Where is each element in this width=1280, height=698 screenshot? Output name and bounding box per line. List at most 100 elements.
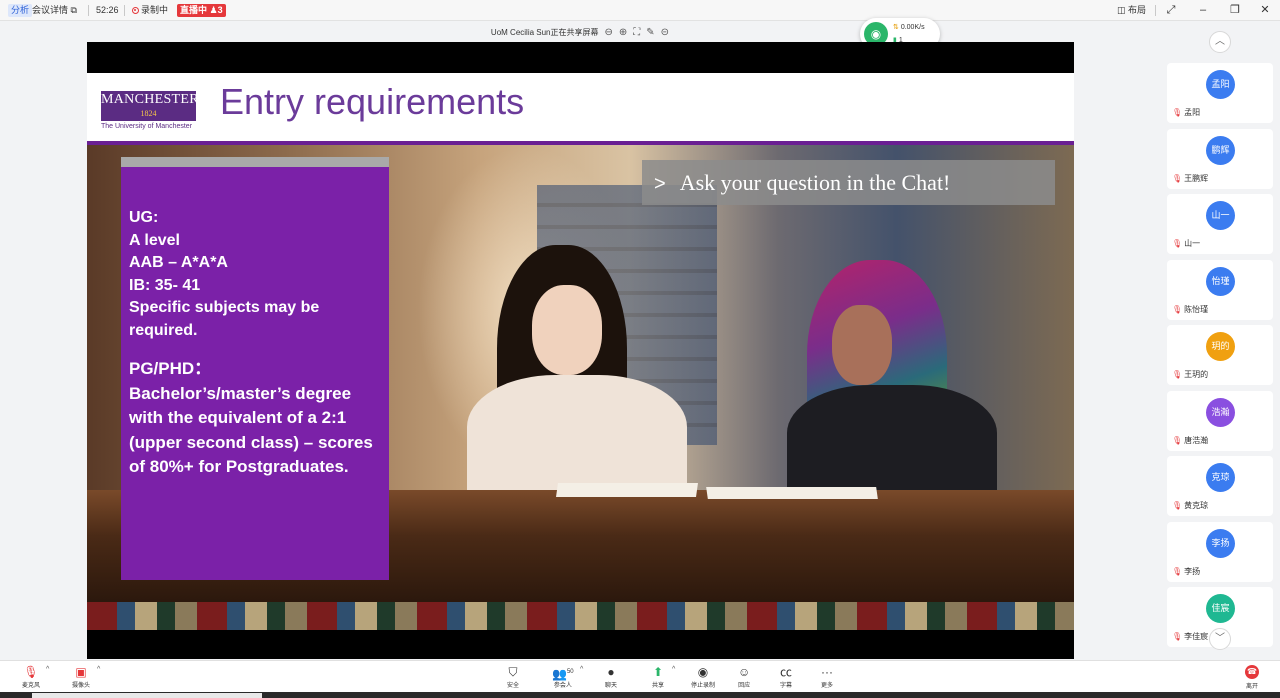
copy-icon: ⧉ (70, 5, 77, 15)
stop-recording-label: 停止录制 (691, 683, 716, 689)
fit-screen-icon[interactable]: ⛶ (633, 27, 640, 38)
participant-name: 陈怡瑾 (1184, 304, 1209, 314)
camera-label: 摄像头 (72, 683, 91, 689)
avatar: 克琼 (1206, 463, 1235, 492)
shared-slide: MANCHESTER 1824 The University of Manche… (87, 42, 1074, 659)
captions-icon: ㏄ (780, 665, 793, 679)
mic-label: 麦克风 (22, 683, 41, 689)
slide-title: Entry requirements (220, 81, 525, 122)
book-row (87, 602, 1074, 630)
leave-button[interactable]: ☎ 离开 (1245, 665, 1259, 690)
minimize-icon[interactable]: – (1193, 3, 1213, 18)
os-taskbar (0, 692, 1280, 698)
more-label: 更多 (821, 683, 834, 689)
zoom-in-icon[interactable]: ⊕ (619, 27, 627, 38)
fullscreen-icon[interactable]: ⤢ (1161, 3, 1181, 18)
participant-card[interactable]: 孟阳 🎙 孟阳 (1167, 63, 1273, 123)
participant-name: 山一 (1184, 239, 1201, 248)
mic-button[interactable]: 🎙 麦克风 (22, 664, 40, 689)
logo-name: MANCHESTER (101, 92, 199, 107)
pg-line: of 80%+ for Postgraduates. (129, 457, 349, 476)
participant-card[interactable]: 鹏辉 🎙 王鹏辉 (1167, 128, 1273, 189)
people-icon: 👥50 (552, 667, 574, 681)
participant-card[interactable]: 克琼 🎙 黄克琼 (1167, 456, 1273, 516)
mic-muted-icon: 🎙 (1172, 566, 1183, 576)
upload-speed: ⇅ 0.00K/s (893, 23, 925, 31)
participant-card[interactable]: 玥的 🎙 王玥的 (1167, 325, 1273, 385)
live-count: 3 (217, 5, 223, 15)
security-label: 安全 (507, 683, 520, 689)
title-bar: 分析 会议详情 ⧉ 52:26 录制中 直播中 ♟3 ◫ 布局 ⤢ – ❐ ✕ (0, 0, 1280, 21)
avatar: 孟阳 (1206, 70, 1235, 99)
meeting-details-link[interactable]: 会议详情 ⧉ (32, 4, 77, 17)
chevron-up-icon[interactable]: ^ (580, 666, 583, 673)
security-button[interactable]: ⛉ 安全 (507, 664, 519, 689)
participants-label: 参会人 (553, 683, 572, 689)
mic-muted-icon: 🎙 (1172, 239, 1183, 248)
participant-name-row: 🎙 唐浩瀚 (1172, 435, 1208, 446)
chevron-up-icon[interactable]: ^ (46, 666, 49, 673)
upload-speed-value: 0.00K/s (900, 24, 925, 31)
scroll-up-icon[interactable]: ︿ (1209, 31, 1231, 53)
close-icon[interactable]: ✕ (1255, 3, 1275, 18)
share-button[interactable]: ⬆ 共享 (652, 664, 664, 689)
group-tag: 分析 (8, 4, 33, 17)
captions-label: 字幕 (780, 683, 793, 689)
participant-name-row: 🎙 李佳宸 (1172, 631, 1208, 642)
annotate-icon[interactable]: ✎ (646, 27, 654, 38)
layout-label: 布局 (1128, 5, 1147, 15)
mic-muted-icon: 🎙 (1172, 304, 1183, 314)
logo-year: 1824 (140, 109, 157, 118)
chat-banner: > Ask your question in the Chat! (642, 160, 1055, 205)
participant-card[interactable]: 李扬 🎙 李扬 (1167, 521, 1273, 582)
participant-card[interactable]: 浩瀚 🎙 唐浩瀚 (1167, 390, 1273, 451)
participant-name: 李扬 (1184, 566, 1201, 576)
separator (1155, 5, 1156, 16)
recording-label: 录制中 (141, 5, 169, 15)
mic-muted-icon: 🎙 (1172, 435, 1183, 445)
screen-share-bar: UoM Cecilia Sun正在共享屏幕 ⊖ ⊕ ⛶ ✎ ⊝ (0, 22, 1160, 42)
camera-off-icon: ▣ (75, 665, 87, 679)
scroll-down-icon[interactable]: ﹀ (1209, 628, 1231, 650)
chat-banner-text: Ask your question in the Chat! (679, 170, 951, 195)
avatar: 玥的 (1206, 332, 1235, 361)
open-book (706, 487, 878, 499)
participant-card[interactable]: 山一 🎙 山一 (1167, 194, 1273, 254)
library-photo: UG: A level AAB – A*A*A IB: 35- 41 Speci… (87, 145, 1074, 630)
live-badge[interactable]: 直播中 ♟3 (177, 4, 226, 17)
ug-line: AAB – A*A*A (129, 254, 228, 271)
participant-card[interactable]: 怡瑾 🎙 陈怡瑾 (1167, 259, 1273, 320)
captions-button[interactable]: ㏄字幕 (780, 664, 792, 689)
recording-indicator[interactable]: 录制中 (132, 4, 168, 17)
chat-button[interactable]: ● 聊天 (605, 664, 617, 689)
more-button[interactable]: ··· 更多 (821, 664, 833, 689)
ug-line: IB: 35- 41 (129, 276, 201, 294)
chevron-right-icon: > (654, 173, 666, 195)
camera-button[interactable]: ▣ 摄像头 (72, 664, 90, 689)
stop-view-icon[interactable]: ⊝ (661, 27, 669, 38)
participant-name-row: 🎙 山一 (1172, 238, 1200, 249)
meeting-toolbar: 🎙 麦克风 ^ ▣ 摄像头 ^ ⛉ 安全 👥50 参会人 ^ ● 聊天 ⬆ 共享 ^ ◉ 停止… (0, 660, 1280, 692)
avatar: 鹏辉 (1206, 135, 1235, 165)
separator (124, 5, 125, 16)
stop-recording-button[interactable]: ◉ 停止录制 (691, 664, 715, 689)
ug-block: UG: A level AAB – A*A*A IB: 35- 41 Speci… (129, 207, 381, 342)
person-icon: ♟ (209, 5, 218, 15)
participant-name-row: 🎙 孟阳 (1172, 107, 1200, 118)
reactions-button[interactable]: ☺ 回应 (738, 664, 750, 689)
participants-button[interactable]: 👥50 参会人 (552, 664, 574, 689)
chevron-up-icon[interactable]: ^ (97, 666, 100, 673)
chevron-up-icon[interactable]: ^ (672, 666, 675, 673)
hangup-icon: ☎ (1245, 665, 1259, 679)
layout-button[interactable]: ◫ 布局 (1117, 4, 1146, 17)
participant-name: 王玥的 (1184, 370, 1209, 379)
university-logo: MANCHESTER 1824 (101, 91, 199, 121)
reactions-label: 回应 (738, 683, 751, 689)
restore-icon[interactable]: ❐ (1225, 3, 1245, 18)
zoom-out-icon[interactable]: ⊖ (605, 27, 613, 38)
pg-line: with the equivalent of a 2:1 (129, 408, 347, 427)
participants-count: 50 (566, 669, 574, 675)
more-icon: ··· (821, 665, 833, 679)
pg-line: Bachelor’s/master’s degree (129, 383, 352, 403)
separator (88, 5, 89, 16)
